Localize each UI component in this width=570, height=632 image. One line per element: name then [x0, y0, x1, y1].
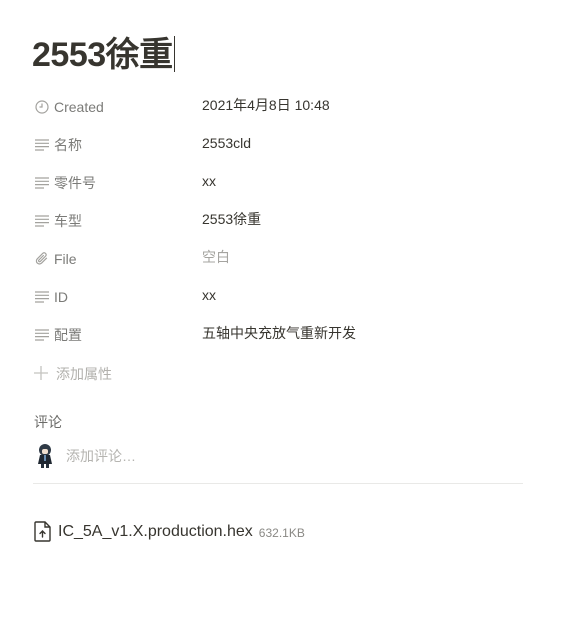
property-value-id[interactable]: xx — [202, 276, 522, 314]
clock-icon — [34, 99, 50, 115]
comment-input[interactable]: 添加评论… — [66, 446, 136, 466]
paperclip-icon — [34, 251, 50, 267]
property-row-configuration: 配置 五轴中央充放气重新开发 — [32, 316, 522, 354]
file-size: 632.1KB — [258, 526, 305, 540]
property-row-vehicle-model: 车型 2553徐重 — [32, 202, 522, 240]
page: 2553徐重 Created 2021年4月8日 10:48 名称 2553cl… — [0, 0, 570, 632]
file-upload-icon — [34, 521, 54, 543]
property-value-name[interactable]: 2553cld — [202, 124, 522, 162]
file-attachment[interactable]: IC_5A_v1.X.production.hex 632.1KB — [34, 519, 305, 545]
property-key-label: 配置 — [54, 327, 82, 343]
property-value-file-empty[interactable]: 空白 — [202, 238, 522, 276]
property-value-vehicle-model[interactable]: 2553徐重 — [202, 200, 522, 238]
property-row-id: ID xx — [32, 278, 522, 316]
property-key-created[interactable]: Created — [32, 88, 192, 126]
property-key-label: File — [54, 251, 77, 267]
property-key-part-number[interactable]: 零件号 — [32, 164, 192, 202]
user-avatar — [38, 444, 52, 468]
comments-heading: 评论 — [34, 414, 62, 430]
page-title[interactable]: 2553徐重 — [32, 34, 175, 76]
comment-composer[interactable]: 添加评论… — [34, 442, 136, 470]
property-key-label: 名称 — [54, 137, 82, 153]
property-value-created: 2021年4月8日 10:48 — [202, 97, 330, 113]
add-property-button[interactable]: 添加属性 — [32, 362, 112, 386]
text-lines-icon — [34, 327, 50, 343]
text-lines-icon — [34, 289, 50, 305]
text-lines-icon — [34, 175, 50, 191]
property-key-id[interactable]: ID — [32, 278, 192, 316]
property-row-name: 名称 2553cld — [32, 126, 522, 164]
property-key-label: 车型 — [54, 213, 82, 229]
property-row-part-number: 零件号 xx — [32, 164, 522, 202]
file-name[interactable]: IC_5A_v1.X.production.hex — [58, 523, 253, 541]
property-row-file: File 空白 — [32, 240, 522, 278]
section-divider — [33, 483, 523, 484]
text-lines-icon — [34, 213, 50, 229]
property-row-created: Created 2021年4月8日 10:48 — [32, 88, 522, 126]
property-key-name[interactable]: 名称 — [32, 126, 192, 164]
text-lines-icon — [34, 137, 50, 153]
properties-list: Created 2021年4月8日 10:48 名称 2553cld 零件号 x… — [32, 88, 522, 354]
property-key-label: 零件号 — [54, 175, 96, 191]
text-caret — [173, 36, 175, 72]
plus-icon — [34, 366, 50, 382]
property-key-configuration[interactable]: 配置 — [32, 316, 192, 354]
property-key-vehicle-model[interactable]: 车型 — [32, 202, 192, 240]
property-value-part-number[interactable]: xx — [202, 162, 522, 200]
property-key-file[interactable]: File — [32, 240, 192, 278]
property-key-label: ID — [54, 289, 68, 305]
property-value-configuration[interactable]: 五轴中央充放气重新开发 — [202, 314, 522, 352]
add-property-label: 添加属性 — [56, 366, 112, 382]
property-key-label: Created — [54, 99, 104, 115]
